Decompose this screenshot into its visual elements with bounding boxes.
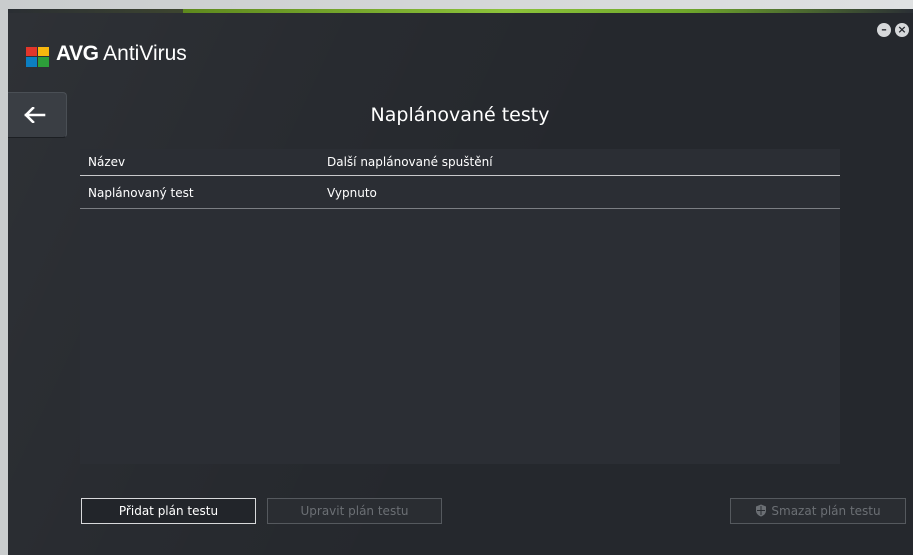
arrow-left-icon [24,107,46,123]
avg-logo-icon [26,47,49,67]
column-header-next-run[interactable]: Další naplánované spuštění [327,155,493,169]
back-button[interactable] [8,92,67,138]
minimize-button[interactable]: – [877,23,891,37]
delete-schedule-label: Smazat plán testu [771,504,881,518]
row-name: Naplánovaný test [88,186,194,200]
app-product: AntiVirus [103,42,187,65]
app-title: AVG AntiVirus [56,42,187,66]
table-header: Název Další naplánované spuštění [80,149,840,176]
row-next-run: Vypnuto [327,186,377,200]
add-schedule-button[interactable]: Přidat plán testu [81,498,256,524]
top-accent-bar-dark [8,9,183,13]
page-title: Naplánované testy [370,104,550,126]
edit-schedule-button[interactable]: Upravit plán testu [267,498,442,524]
scheduled-scans-table: Název Další naplánované spuštění Napláno… [80,149,840,464]
close-button[interactable]: × [895,23,909,37]
app-window: AVG AntiVirus – × Naplánované testy Náze… [8,9,913,555]
shield-icon [756,504,767,517]
column-header-name[interactable]: Název [88,155,125,169]
app-brand: AVG [56,42,99,65]
delete-schedule-button[interactable]: Smazat plán testu [730,498,906,524]
table-row[interactable]: Naplánovaný test Vypnuto [80,176,840,209]
